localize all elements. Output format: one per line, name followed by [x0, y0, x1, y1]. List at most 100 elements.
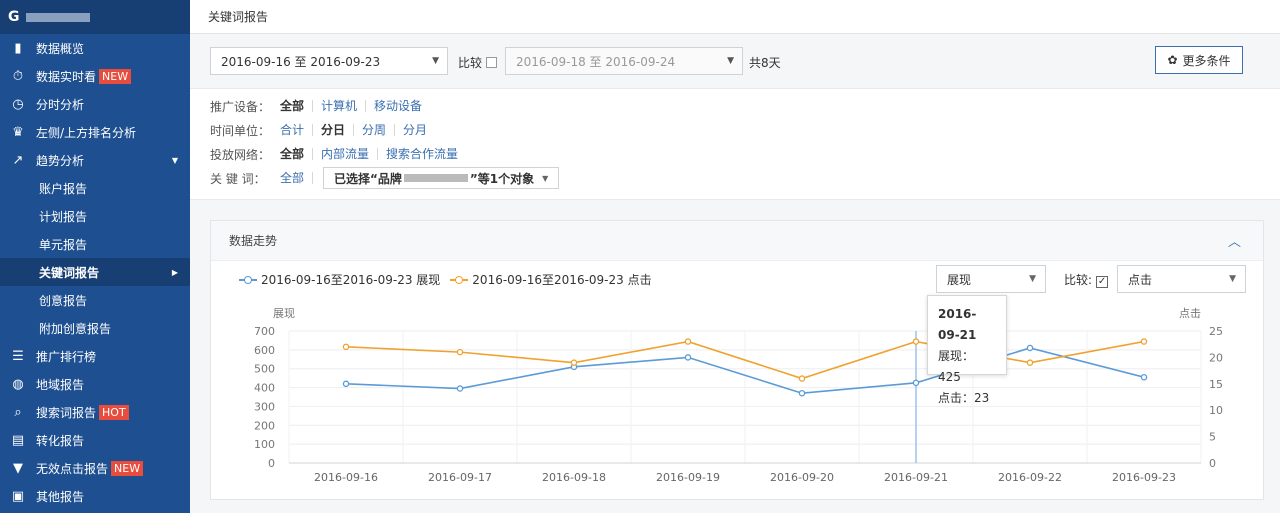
x-tick-label: 2016-09-22: [998, 471, 1062, 484]
sidebar-item-label: 无效点击报告: [36, 461, 109, 476]
legend-item-clicks[interactable]: 2016-09-16至2016-09-23 点击: [450, 271, 652, 288]
sidebar-item-label: 关键词报告: [39, 265, 100, 280]
chevron-down-icon: ▼: [432, 56, 439, 66]
sidebar-item-conversion[interactable]: ▤ 转化报告: [0, 426, 190, 454]
data-point: [1140, 373, 1148, 381]
logo: G: [0, 0, 190, 34]
sidebar-item-search-terms[interactable]: ⌕ 搜索词报告 HOT: [0, 398, 190, 426]
time-option-total[interactable]: 合计: [280, 124, 314, 136]
x-tick-label: 2016-09-21: [884, 471, 948, 484]
data-point: [342, 343, 350, 351]
metric2-select[interactable]: 点击 ▼: [1117, 265, 1246, 293]
keyword-option-all[interactable]: 全部: [280, 172, 314, 184]
keyword-select[interactable]: 已选择“品牌 ”等1个对象 ▼: [323, 167, 560, 189]
time-option-day[interactable]: 分日: [313, 124, 355, 136]
device-option-computer[interactable]: 计算机: [313, 100, 367, 112]
y-tick-label: 300: [254, 400, 275, 413]
data-point: [912, 379, 920, 387]
keyword-blurred: [403, 174, 468, 182]
legend-label: 2016-09-16至2016-09-23 展现: [261, 273, 441, 287]
compare-toggle[interactable]: 比较: [458, 54, 498, 71]
x-tick-label: 2016-09-18: [542, 471, 606, 484]
y-tick-label: 100: [254, 438, 275, 451]
data-point: [570, 359, 578, 366]
data-point: [912, 338, 920, 345]
trend-panel: 数据走势 ︿ 0 100 200 300 400 500 600 700 0 5 10 15 20 25 展…: [210, 220, 1264, 500]
sidebar-item-ranking[interactable]: ♛ 左侧/上方排名分析: [0, 118, 190, 146]
data-point: [342, 380, 350, 388]
device-option-all[interactable]: 全部: [280, 100, 314, 112]
device-option-mobile[interactable]: 移动设备: [366, 100, 430, 112]
filter-options: 推广设备： 全部 计算机 移动设备 时间单位： 合计 分日 分周 分月 投放网络…: [190, 88, 1280, 200]
date-range-select[interactable]: 2016-09-16 至 2016-09-23 ▼: [210, 47, 448, 75]
tooltip-impressions: 展现：425: [938, 349, 975, 384]
chart-compare-label: 比较:: [1064, 273, 1093, 287]
clipboard-icon: ▤: [11, 432, 25, 448]
chart-compare-toggle[interactable]: 比较: ✓: [1064, 271, 1109, 288]
legend-label: 2016-09-16至2016-09-23 点击: [472, 273, 652, 287]
clock-icon: ◷: [12, 96, 24, 112]
days-count: 共8天: [749, 56, 781, 70]
y2-tick-label: 10: [1209, 404, 1223, 417]
device-filter-row: 推广设备： 全部 计算机 移动设备: [210, 96, 430, 116]
x-tick-label: 2016-09-19: [656, 471, 720, 484]
sidebar-sub-creative[interactable]: 创意报告: [0, 286, 190, 314]
sidebar-item-overview[interactable]: ▮ 数据概览: [0, 34, 190, 62]
gear-icon: ✿: [1167, 53, 1178, 67]
sidebar-item-label: 地域报告: [36, 377, 85, 392]
sidebar-item-region[interactable]: ◍ 地域报告: [0, 370, 190, 398]
sidebar-item-label: 搜索词报告: [36, 405, 97, 420]
tooltip-date: 2016-09-21: [938, 307, 977, 342]
sidebar-sub-account[interactable]: 账户报告: [0, 174, 190, 202]
sidebar-item-label: 其他报告: [36, 489, 85, 504]
keyword-filter-label: 关 键 词：: [210, 171, 266, 186]
time-option-week[interactable]: 分周: [354, 124, 396, 136]
sidebar-item-label: 推广排行榜: [36, 349, 97, 364]
sidebar-sub-plan[interactable]: 计划报告: [0, 202, 190, 230]
legend-item-impressions[interactable]: 2016-09-16至2016-09-23 展现: [239, 271, 440, 288]
sidebar-item-label: 转化报告: [36, 433, 85, 448]
sidebar-item-invalid-clicks[interactable]: ▼ 无效点击报告 NEW: [0, 454, 190, 482]
time-option-month[interactable]: 分月: [395, 124, 435, 136]
network-option-internal[interactable]: 内部流量: [313, 148, 379, 160]
network-option-partner[interactable]: 搜索合作流量: [378, 148, 466, 160]
chart-tooltip: 2016-09-21 展现：425 点击：23: [927, 295, 1007, 405]
sidebar-sub-keyword[interactable]: 关键词报告 ▶: [0, 258, 190, 286]
sidebar-item-leaderboard[interactable]: ☰ 推广排行榜: [0, 342, 190, 370]
trend-icon: ↗: [12, 152, 24, 168]
x-tick-label: 2016-09-16: [314, 471, 378, 484]
bar-chart-icon: ▮: [14, 40, 22, 56]
y-tick-label: 500: [254, 363, 275, 376]
sidebar-sub-extra-creative[interactable]: 附加创意报告: [0, 314, 190, 342]
trend-chart: 0 100 200 300 400 500 600 700 0 5 10 15 20 25 展现 点击 2016…: [254, 307, 1223, 484]
sidebar-sub-unit[interactable]: 单元报告: [0, 230, 190, 258]
sidebar-item-realtime[interactable]: ⏱ 数据实时看 NEW: [0, 62, 190, 90]
more-conditions-button[interactable]: ✿ 更多条件: [1155, 46, 1243, 74]
sidebar-item-hourly[interactable]: ◷ 分时分析: [0, 90, 190, 118]
metric1-select[interactable]: 展现 ▼: [936, 265, 1046, 293]
hot-badge: HOT: [99, 404, 129, 420]
compare-label: 比较: [458, 56, 483, 70]
network-option-all[interactable]: 全部: [280, 148, 314, 160]
x-tick-label: 2016-09-23: [1112, 471, 1176, 484]
data-point: [684, 354, 692, 361]
new-badge: NEW: [99, 68, 132, 84]
data-point: [798, 389, 806, 397]
sidebar: G ▮ 数据概览 ⏱ 数据实时看 NEW ◷ 分时分析 ♛ 左侧/上方排名分析 …: [0, 0, 190, 513]
main-content: 关键词报告 2016-09-16 至 2016-09-23 ▼ 比较 2016-…: [190, 0, 1280, 513]
stopwatch-icon: ⏱: [12, 68, 24, 84]
tooltip-clicks: 点击：23: [938, 391, 990, 405]
sidebar-item-trend[interactable]: ↗ 趋势分析 ▼: [0, 146, 190, 174]
chevron-down-icon: ▼: [171, 155, 178, 165]
data-point: [684, 338, 692, 345]
y2-tick-label: 0: [1209, 457, 1216, 470]
compare-range-select[interactable]: 2016-09-18 至 2016-09-24 ▼: [505, 47, 743, 75]
compare-checkbox[interactable]: [486, 57, 498, 68]
keyword-filter-row: 关 键 词： 全部 已选择“品牌 ”等1个对象 ▼: [210, 167, 560, 189]
logo-mark: G: [8, 9, 20, 25]
legend-swatch: [239, 275, 257, 284]
y-axis-title: 展现: [273, 307, 295, 320]
new-badge: NEW: [111, 460, 144, 476]
sidebar-item-other[interactable]: ▣ 其他报告: [0, 482, 190, 510]
chart-compare-checkbox[interactable]: ✓: [1096, 276, 1109, 288]
